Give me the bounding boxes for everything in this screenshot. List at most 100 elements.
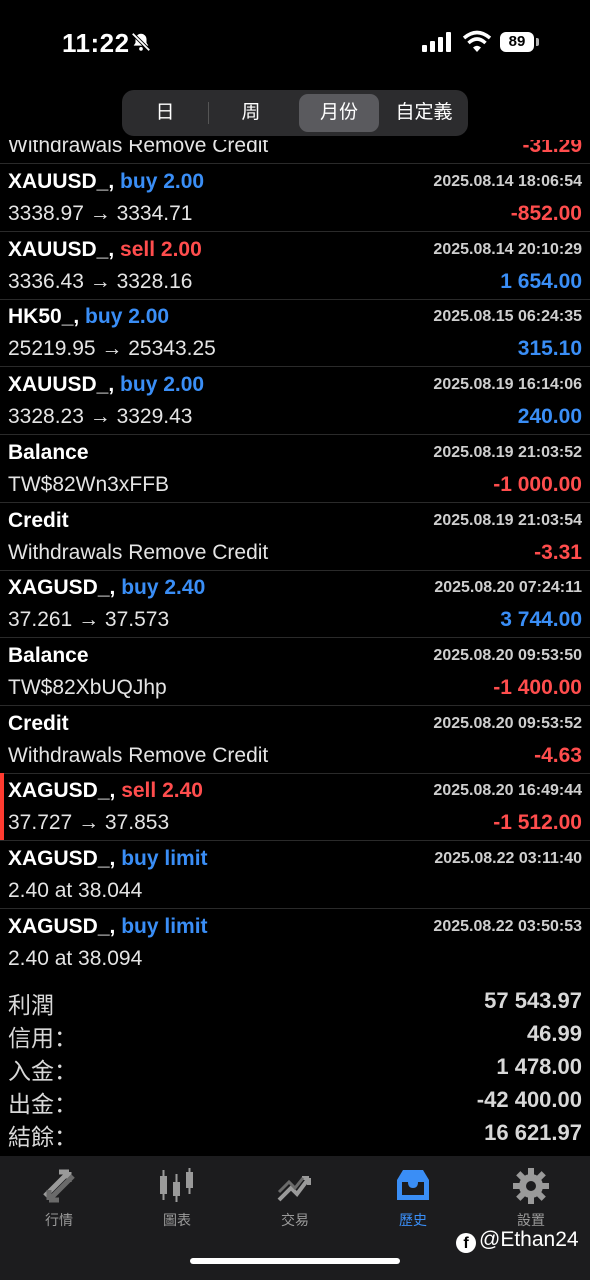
row-title: XAUUSD_, buy 2.00 xyxy=(8,170,204,194)
summary-label: 利潤 xyxy=(8,992,54,1018)
history-row[interactable]: XAUUSD_, buy 2.00 2025.08.19 16:14:06 3328… xyxy=(0,367,590,436)
row-amount: 315.10 xyxy=(517,337,582,361)
history-row[interactable]: XAGUSD_, buy 2.40 2025.08.20 07:24:11 37.2… xyxy=(0,570,590,639)
summary-value: 57 543.97 xyxy=(484,988,582,1013)
tab-label: 行情 xyxy=(45,1212,73,1228)
summary-value: 16 621.97 xyxy=(484,1120,582,1145)
row-action: buy 2.00 xyxy=(85,305,170,329)
row-date: 2025.08.19 21:03:52 xyxy=(433,443,582,461)
row-date: 2025.08.22 03:11:40 xyxy=(434,850,582,867)
tab-quotes[interactable]: 行情 xyxy=(0,1166,118,1246)
wifi-icon xyxy=(462,30,492,52)
row-detail: 2.40 at 38.044 xyxy=(8,879,143,902)
cellular-signal-icon xyxy=(422,32,451,52)
segment-divider xyxy=(208,102,209,124)
bell-muted-icon xyxy=(131,32,151,52)
history-row[interactable]: Credit 2025.08.19 21:03:54 Withdrawals Rem… xyxy=(0,503,590,571)
summary-value: 46.99 xyxy=(526,1021,582,1046)
row-action: buy 2.40 xyxy=(121,576,206,600)
facebook-icon: f xyxy=(456,1233,476,1253)
segment-week[interactable]: 周 xyxy=(210,94,292,132)
row-amount: -852.00 xyxy=(510,202,582,225)
row-detail: 3338.97 → 3334.71 xyxy=(8,202,193,225)
row-symbol: XAUUSD_, xyxy=(8,170,115,193)
chart-icon xyxy=(160,1168,193,1202)
row-detail: 37.261 → 37.573 xyxy=(8,608,170,632)
history-row[interactable]: HK50_, buy 2.00 2025.08.15 06:24:35 25219.… xyxy=(0,299,590,368)
history-row[interactable]: Balance 2025.08.19 21:03:52 TW$82Wn3xFFB -1… xyxy=(0,435,590,503)
row-amount: -4.63 xyxy=(534,743,582,767)
row-date: 2025.08.20 07:24:11 xyxy=(434,579,582,597)
history-row-partial[interactable]: Withdrawals Remove Credit -31.29 xyxy=(0,140,590,164)
row-amount: 3 744.00 xyxy=(500,608,582,632)
tab-chart[interactable]: 圖表 xyxy=(118,1166,236,1246)
row-detail: 25219.95 → 25343.25 xyxy=(8,337,216,361)
settings-icon xyxy=(513,1168,549,1204)
row-symbol: Balance xyxy=(8,643,89,667)
row-title: Balance xyxy=(8,644,89,668)
row-amount: -1 000.00 xyxy=(493,472,582,496)
summary-credit: 信用： 46.99 xyxy=(0,1019,590,1052)
selected-row-marker xyxy=(0,773,4,841)
battery-indicator: 89 xyxy=(500,32,534,52)
summary-deposit: 入金： 1 478.00 xyxy=(0,1052,590,1085)
summary-withdrawal: 出金： -42 400.00 xyxy=(0,1085,590,1118)
segment-month[interactable]: 月份 xyxy=(299,94,379,132)
period-segmented-control: 日 周 月份 自定義 xyxy=(122,90,468,136)
summary-balance: 結餘： 16 621.97 xyxy=(0,1118,590,1151)
row-action: sell 2.00 xyxy=(120,237,202,261)
row-title: Balance xyxy=(8,441,89,465)
row-detail: Withdrawals Remove Credit xyxy=(8,140,269,157)
row-title: HK50_, buy 2.00 xyxy=(8,305,169,329)
watermark-text: @Ethan24 xyxy=(479,1228,579,1251)
history-row[interactable]: XAGUSD_, sell 2.40 2025.08.20 16:49:44 37.… xyxy=(0,773,590,842)
row-symbol: XAGUSD_, xyxy=(8,914,116,938)
tab-label: 設置 xyxy=(517,1212,545,1228)
history-row[interactable]: Credit 2025.08.20 09:53:52 Withdrawals Rem… xyxy=(0,706,590,774)
row-detail: 37.727 → 37.853 xyxy=(8,811,170,835)
status-bar: 11:22 89 xyxy=(0,0,590,88)
row-detail: 3336.43 → 3328.16 xyxy=(8,269,193,293)
tab-trade[interactable]: 交易 xyxy=(236,1166,354,1246)
row-amount: -1 512.00 xyxy=(493,811,582,835)
row-amount: 240.00 xyxy=(517,405,582,429)
row-amount: -31.29 xyxy=(522,140,582,157)
row-date: 2025.08.14 20:10:29 xyxy=(433,240,582,258)
row-title: Credit xyxy=(8,712,69,736)
row-date: 2025.08.15 06:24:35 xyxy=(433,308,582,326)
row-action: buy limit xyxy=(121,847,208,870)
history-row[interactable]: XAUUSD_, buy 2.00 2025.08.14 18:06:54 3338… xyxy=(0,164,590,232)
row-date: 2025.08.14 18:06:54 xyxy=(433,173,582,190)
row-title: XAUUSD_, sell 2.00 xyxy=(8,238,202,262)
watermark: f @Ethan24 xyxy=(456,1228,579,1253)
segment-custom[interactable]: 自定義 xyxy=(384,94,464,132)
row-title: XAUUSD_, buy 2.00 xyxy=(8,373,204,397)
tab-label: 歷史 xyxy=(399,1212,427,1228)
row-symbol: XAGUSD_, xyxy=(8,779,116,803)
summary-label: 信用： xyxy=(8,1025,77,1051)
row-symbol: XAGUSD_, xyxy=(8,847,116,870)
tab-history[interactable]: 歷史 xyxy=(354,1166,472,1246)
history-row[interactable]: XAGUSD_, buy limit 2025.08.22 03:11:40 2.4… xyxy=(0,841,590,909)
trade-icon xyxy=(277,1176,311,1202)
home-indicator[interactable] xyxy=(190,1258,400,1264)
segment-day[interactable]: 日 xyxy=(126,94,204,132)
row-detail: 2.40 at 38.094 xyxy=(8,946,143,970)
row-amount: -3.31 xyxy=(534,540,582,564)
row-detail: TW$82XbUQJhp xyxy=(8,675,167,699)
row-symbol: XAUUSD_, xyxy=(8,237,115,261)
summary-value: 1 478.00 xyxy=(496,1054,582,1079)
history-row[interactable]: XAUUSD_, sell 2.00 2025.08.14 20:10:29 333… xyxy=(0,232,590,300)
row-title: XAGUSD_, buy limit xyxy=(8,847,208,871)
row-action: buy 2.00 xyxy=(120,373,205,397)
history-icon xyxy=(397,1170,429,1200)
summary-label: 結餘： xyxy=(8,1124,77,1150)
row-date: 2025.08.20 16:49:44 xyxy=(433,782,582,800)
tab-label: 交易 xyxy=(281,1212,309,1228)
row-symbol: Credit xyxy=(8,508,69,532)
summary-label: 出金： xyxy=(8,1091,77,1117)
row-detail: Withdrawals Remove Credit xyxy=(8,540,269,564)
history-row[interactable]: XAGUSD_, buy limit 2025.08.22 03:50:53 2.4… xyxy=(0,909,590,976)
row-symbol: Balance xyxy=(8,440,89,464)
history-row[interactable]: Balance 2025.08.20 09:53:50 TW$82XbUQJhp -1… xyxy=(0,638,590,706)
